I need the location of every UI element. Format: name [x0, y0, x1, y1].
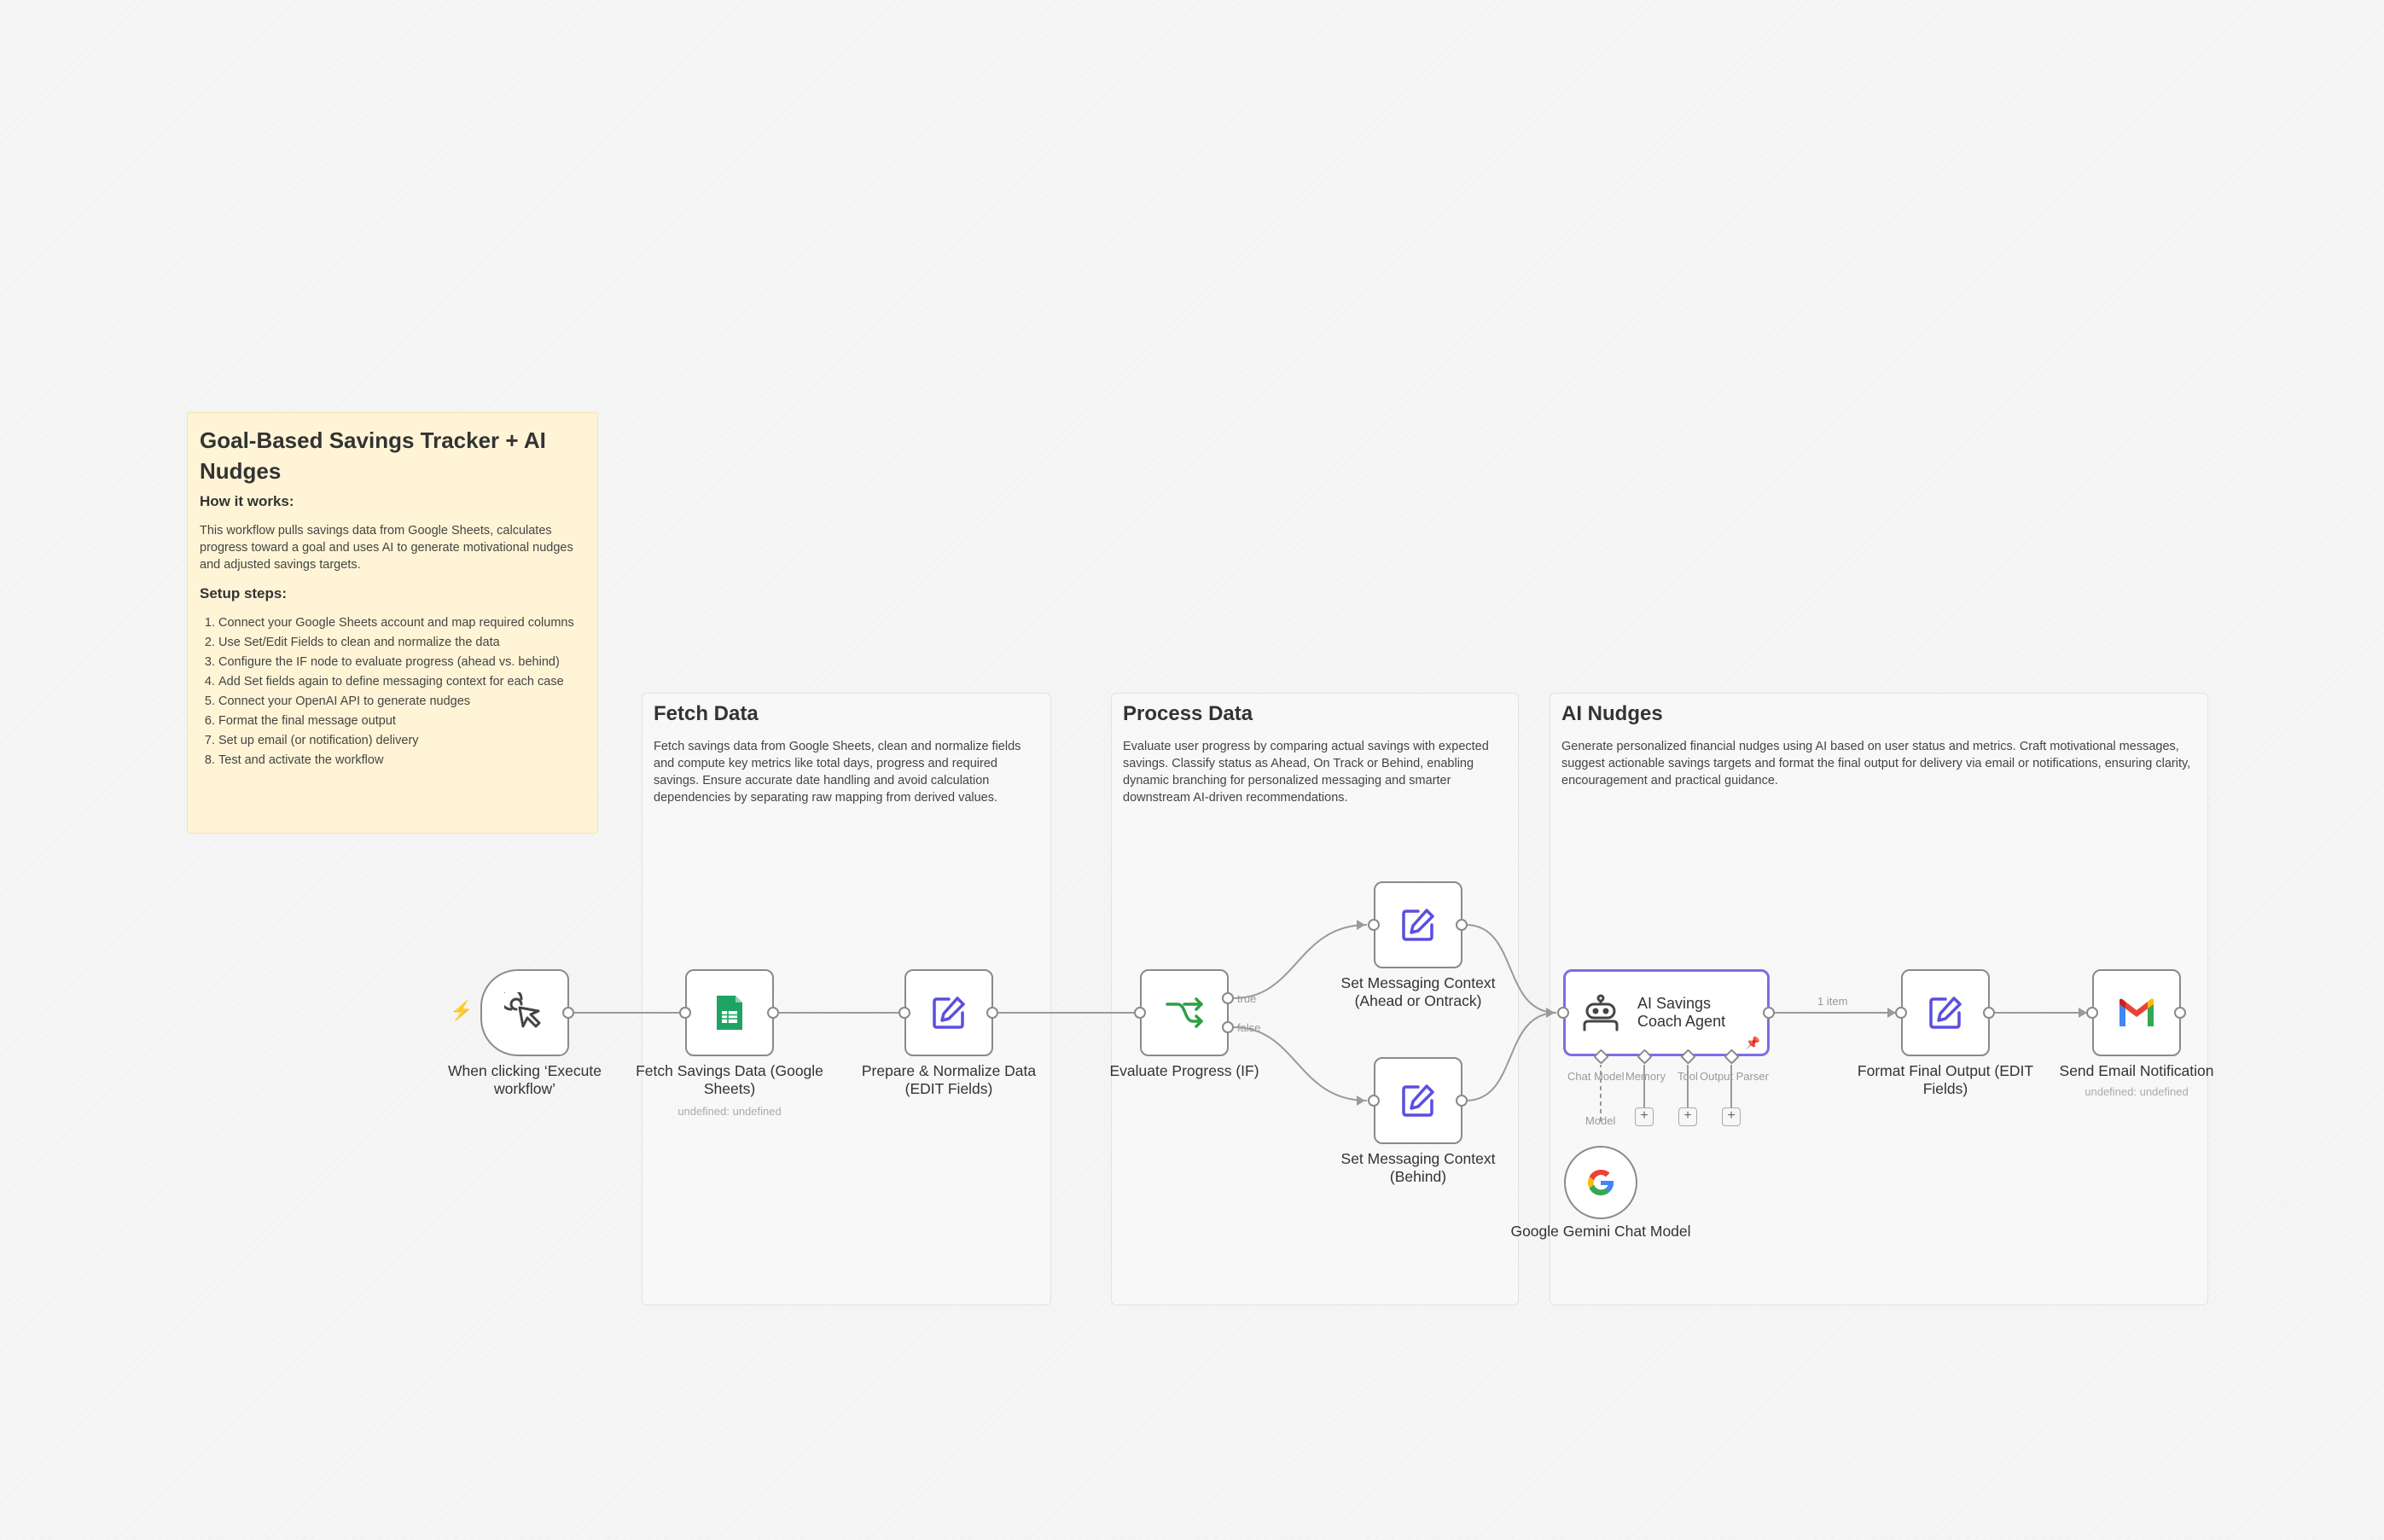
edit-icon: [933, 997, 965, 1029]
edit-icon: [1402, 909, 1434, 941]
note-how-text: This workflow pulls savings data from Go…: [200, 524, 573, 572]
node-prepare-normalize[interactable]: [904, 969, 993, 1056]
node-manual-trigger[interactable]: [480, 969, 569, 1056]
sticky-note[interactable]: Goal-Based Savings Tracker + AI Nudges H…: [187, 412, 598, 834]
note-step: Connect your Google Sheets account and m…: [218, 614, 585, 631]
workflow-canvas[interactable]: Goal-Based Savings Tracker + AI Nudges H…: [0, 0, 2384, 1540]
node-sublabel: undefined: undefined: [677, 1105, 782, 1118]
edit-icon: [1929, 997, 1962, 1029]
node-label: Set Messaging Context (Behind): [1340, 1150, 1496, 1185]
output-port[interactable]: [767, 1007, 779, 1019]
port-label-memory: Memory: [1625, 1070, 1666, 1083]
output-port[interactable]: [1763, 1007, 1775, 1019]
node-evaluate-progress-if[interactable]: [1140, 969, 1229, 1056]
section-description: Evaluate user progress by comparing actu…: [1123, 740, 1489, 805]
note-steps-list: Connect your Google Sheets account and m…: [200, 614, 585, 769]
output-port[interactable]: [2174, 1007, 2186, 1019]
node-format-final-output[interactable]: [1901, 969, 1990, 1056]
model-port-label: Model: [1585, 1114, 1616, 1127]
note-step: Set up email (or notification) delivery: [218, 732, 585, 749]
port-label-chat-model: Chat Model: [1567, 1070, 1625, 1083]
input-port[interactable]: [1895, 1007, 1907, 1019]
node-label: When clicking ‘Execute workflow’: [448, 1062, 602, 1097]
add-memory-button[interactable]: +: [1635, 1107, 1654, 1126]
section-title: AI Nudges: [1561, 702, 1663, 725]
google-g-icon: [1588, 1169, 1614, 1196]
node-label: Format Final Output (EDIT Fields): [1857, 1062, 2034, 1097]
note-how-heading: How it works:: [200, 493, 294, 509]
node-set-context-behind[interactable]: [1374, 1057, 1462, 1144]
google-sheets-icon: [717, 996, 742, 1030]
robot-icon: [1583, 994, 1619, 1032]
trigger-bolt-icon: ⚡: [450, 1000, 474, 1021]
port-label-output-parser: Output Parser: [1700, 1070, 1769, 1083]
section-description: Generate personalized financial nudges u…: [1561, 740, 2191, 787]
node-google-gemini-chat-model[interactable]: [1564, 1146, 1637, 1219]
note-step: Configure the IF node to evaluate progre…: [218, 654, 585, 671]
output-port[interactable]: [562, 1007, 574, 1019]
input-port[interactable]: [1368, 1095, 1380, 1107]
note-step: Connect your OpenAI API to generate nudg…: [218, 693, 585, 710]
node-fetch-savings-data[interactable]: [685, 969, 774, 1056]
note-step: Add Set fields again to define messaging…: [218, 673, 585, 690]
input-port[interactable]: [1368, 919, 1380, 931]
section-title: Process Data: [1123, 702, 1253, 725]
node-set-context-ahead[interactable]: [1374, 881, 1462, 968]
output-port-false[interactable]: [1222, 1021, 1234, 1033]
input-port[interactable]: [679, 1007, 691, 1019]
node-label: Set Messaging Context (Ahead or Ontrack): [1340, 974, 1496, 1009]
agent-title: AI Savings Coach Agent: [1637, 995, 1726, 1030]
node-ai-savings-coach-agent[interactable]: AI Savings Coach Agent 📌: [1563, 969, 1770, 1056]
pin-icon[interactable]: 📌: [1746, 1036, 1760, 1050]
branch-true-label: true: [1237, 992, 1257, 1005]
note-step: Use Set/Edit Fields to clean and normali…: [218, 634, 585, 651]
connection-item-count: 1 item: [1817, 995, 1848, 1008]
note-setup-heading: Setup steps:: [200, 585, 288, 601]
note-step: Format the final message output: [218, 712, 585, 729]
cursor-click-icon: [504, 992, 541, 1028]
node-sublabel: undefined: undefined: [2085, 1085, 2189, 1098]
branch-icon: [1166, 997, 1203, 1028]
section-description: Fetch savings data from Google Sheets, c…: [654, 740, 1021, 805]
node-label: Fetch Savings Data (Google Sheets): [636, 1062, 823, 1097]
node-label: Send Email Notification: [2059, 1062, 2214, 1079]
note-step: Test and activate the workflow: [218, 752, 585, 769]
gmail-icon: [2119, 998, 2154, 1026]
add-tool-button[interactable]: +: [1678, 1107, 1697, 1126]
add-output-parser-button[interactable]: +: [1722, 1107, 1741, 1126]
input-port[interactable]: [2086, 1007, 2098, 1019]
output-port[interactable]: [1456, 1095, 1468, 1107]
output-port-true[interactable]: [1222, 992, 1234, 1004]
port-label-tool: Tool: [1678, 1070, 1698, 1083]
output-port[interactable]: [1983, 1007, 1995, 1019]
input-port[interactable]: [1134, 1007, 1146, 1019]
output-port[interactable]: [986, 1007, 998, 1019]
input-port[interactable]: [898, 1007, 910, 1019]
node-label: Prepare & Normalize Data (EDIT Fields): [861, 1062, 1037, 1097]
edit-icon: [1402, 1084, 1434, 1117]
output-port[interactable]: [1456, 919, 1468, 931]
node-label: Evaluate Progress (IF): [1109, 1062, 1259, 1079]
section-title: Fetch Data: [654, 702, 759, 725]
node-label: Google Gemini Chat Model: [1510, 1223, 1691, 1240]
branch-false-label: false: [1237, 1021, 1261, 1034]
input-port[interactable]: [1557, 1007, 1569, 1019]
note-title: Goal-Based Savings Tracker + AI Nudges: [200, 427, 546, 484]
node-send-email-notification[interactable]: [2092, 969, 2181, 1056]
